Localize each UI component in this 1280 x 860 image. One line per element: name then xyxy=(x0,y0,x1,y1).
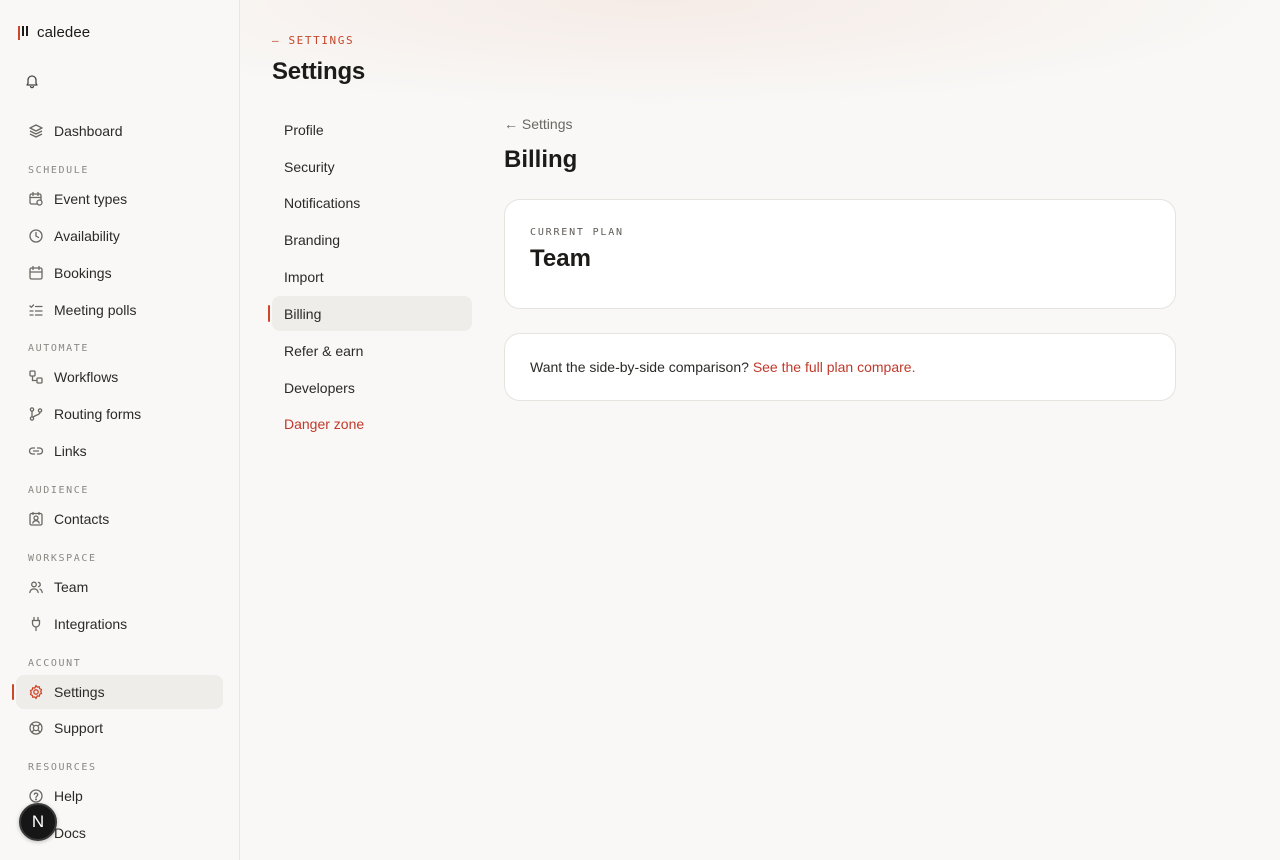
header-backdrop xyxy=(240,0,1280,110)
section-label-automate: AUTOMATE xyxy=(28,343,89,354)
avatar[interactable]: N xyxy=(19,803,57,841)
section-label-schedule: SCHEDULE xyxy=(28,165,89,176)
plan-compare-prompt: Want the side-by-side comparison? xyxy=(530,359,753,375)
settings-nav-import[interactable]: Import xyxy=(272,259,472,294)
plan-compare-card: Want the side-by-side comparison? See th… xyxy=(504,333,1176,401)
sidebar-item-links[interactable]: Links xyxy=(16,434,223,468)
sidebar-item-settings[interactable]: Settings xyxy=(12,675,223,709)
sidebar-item-routing-forms[interactable]: Routing forms xyxy=(16,397,223,431)
section-label-account: ACCOUNT xyxy=(28,658,82,669)
sidebar-item-label: Workflows xyxy=(54,369,119,385)
sidebar-item-availability[interactable]: Availability xyxy=(16,219,223,253)
notifications-bell-icon[interactable] xyxy=(24,73,40,89)
settings-nav-profile[interactable]: Profile xyxy=(272,112,472,147)
brand[interactable]: caledee xyxy=(18,24,90,41)
page-eyebrow: — SETTINGS xyxy=(272,34,355,47)
page-title: Settings xyxy=(272,58,366,85)
brand-name: caledee xyxy=(37,24,91,41)
contact-card-icon xyxy=(29,511,43,526)
sidebar-item-workflows[interactable]: Workflows xyxy=(16,360,223,394)
current-plan-card: CURRENT PLAN Team xyxy=(504,199,1176,309)
billing-title: Billing xyxy=(504,146,578,173)
sidebar-item-team[interactable]: Team xyxy=(16,570,223,604)
settings-nav-billing[interactable]: Billing xyxy=(268,296,472,331)
sidebar-item-meeting-polls[interactable]: Meeting polls xyxy=(16,293,223,327)
help-circle-icon xyxy=(29,789,43,803)
app-sidebar: caledee Dashboard SCHEDULE Event types A… xyxy=(0,0,240,860)
settings-nav-security[interactable]: Security xyxy=(272,149,472,184)
sidebar-item-label: Contacts xyxy=(54,511,110,527)
current-plan-name: Team xyxy=(530,245,591,272)
sidebar-item-label: Settings xyxy=(54,684,105,700)
sidebar-item-label: Help xyxy=(54,788,83,804)
sidebar-item-dashboard[interactable]: Dashboard xyxy=(16,114,223,148)
list-check-icon xyxy=(29,304,43,316)
calendar-clock-icon xyxy=(29,191,43,206)
settings-nav-branding[interactable]: Branding xyxy=(272,222,472,257)
sidebar-item-integrations[interactable]: Integrations xyxy=(16,607,223,641)
settings-nav-danger-zone[interactable]: Danger zone xyxy=(272,406,472,441)
sidebar-item-label: Routing forms xyxy=(54,406,142,422)
layers-icon xyxy=(29,124,43,138)
sidebar-item-bookings[interactable]: Bookings xyxy=(16,256,223,290)
calendar-icon xyxy=(29,265,43,280)
git-branch-icon xyxy=(29,407,43,421)
brand-logo-icon xyxy=(18,25,28,40)
users-icon xyxy=(29,581,43,594)
sidebar-item-label: Meeting polls xyxy=(54,302,137,318)
sidebar-item-event-types[interactable]: Event types xyxy=(16,182,223,216)
clock-icon xyxy=(29,229,43,243)
back-to-settings-link[interactable]: ← Settings xyxy=(504,116,572,132)
sidebar-item-label: Dashboard xyxy=(54,123,123,139)
sidebar-item-label: Availability xyxy=(54,228,120,244)
link-icon xyxy=(28,447,44,455)
current-plan-label: CURRENT PLAN xyxy=(530,227,624,238)
plan-compare-text: Want the side-by-side comparison? See th… xyxy=(530,359,915,375)
sidebar-item-contacts[interactable]: Contacts xyxy=(16,502,223,536)
sidebar-item-label: Links xyxy=(54,443,87,459)
settings-nav-developers[interactable]: Developers xyxy=(272,370,472,405)
section-label-resources: RESOURCES xyxy=(28,762,97,773)
gear-icon xyxy=(29,684,43,700)
sidebar-item-label: Integrations xyxy=(54,616,128,632)
section-label-audience: AUDIENCE xyxy=(28,485,89,496)
settings-nav-notifications[interactable]: Notifications xyxy=(272,185,472,220)
sidebar-item-support[interactable]: Support xyxy=(16,711,223,745)
plug-icon xyxy=(31,616,41,632)
sidebar-item-label: Team xyxy=(54,579,89,595)
sidebar-item-label: Bookings xyxy=(54,265,112,281)
lifebuoy-icon xyxy=(29,721,43,735)
workflow-icon xyxy=(29,370,43,384)
sidebar-item-label: Event types xyxy=(54,191,128,207)
settings-nav-refer-earn[interactable]: Refer & earn xyxy=(272,333,472,368)
sidebar-item-label: Support xyxy=(54,720,104,736)
plan-compare-link[interactable]: See the full plan compare. xyxy=(753,359,916,375)
section-label-workspace: WORKSPACE xyxy=(28,553,97,564)
sidebar-item-label: Docs xyxy=(54,825,86,841)
